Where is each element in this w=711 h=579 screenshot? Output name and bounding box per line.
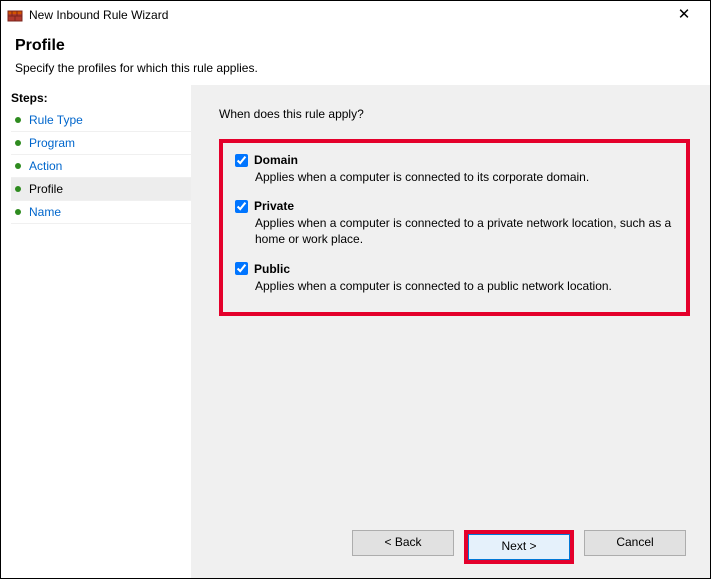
option-desc: Applies when a computer is connected to …: [255, 169, 674, 185]
wizard-window: New Inbound Rule Wizard ✕ Profile Specif…: [0, 0, 711, 579]
wizard-header: Profile Specify the profiles for which t…: [1, 29, 710, 85]
option-public: Public Applies when a computer is connec…: [235, 262, 674, 294]
option-label: Private: [254, 199, 294, 213]
sidebar-item-label: Name: [29, 205, 61, 219]
steps-heading: Steps:: [11, 91, 191, 105]
main-panel: When does this rule apply? Domain Applie…: [191, 85, 710, 578]
step-bullet-icon: [15, 163, 21, 169]
window-title: New Inbound Rule Wizard: [29, 8, 664, 22]
checkbox-domain[interactable]: [235, 154, 248, 167]
sidebar-item-label: Program: [29, 136, 75, 150]
steps-sidebar: Steps: Rule Type Program Action Profile …: [1, 85, 191, 578]
cancel-button[interactable]: Cancel: [584, 530, 686, 556]
option-private: Private Applies when a computer is conne…: [235, 199, 674, 247]
sidebar-item-rule-type[interactable]: Rule Type: [11, 109, 191, 132]
checkbox-private[interactable]: [235, 200, 248, 213]
step-bullet-icon: [15, 186, 21, 192]
option-desc: Applies when a computer is connected to …: [255, 278, 674, 294]
titlebar: New Inbound Rule Wizard ✕: [1, 1, 710, 29]
step-bullet-icon: [15, 140, 21, 146]
sidebar-item-program[interactable]: Program: [11, 132, 191, 155]
firewall-icon: [7, 7, 23, 23]
sidebar-item-label: Action: [29, 159, 62, 173]
close-icon[interactable]: ✕: [664, 1, 704, 29]
option-desc: Applies when a computer is connected to …: [255, 215, 674, 247]
sidebar-item-name[interactable]: Name: [11, 201, 191, 224]
profile-options-highlight: Domain Applies when a computer is connec…: [219, 139, 690, 316]
wizard-footer: < Back Next > Cancel: [219, 518, 690, 578]
back-button[interactable]: < Back: [352, 530, 454, 556]
next-button[interactable]: Next >: [468, 534, 570, 560]
option-domain: Domain Applies when a computer is connec…: [235, 153, 674, 185]
wizard-body: Steps: Rule Type Program Action Profile …: [1, 85, 710, 578]
sidebar-item-action[interactable]: Action: [11, 155, 191, 178]
sidebar-item-label: Profile: [29, 182, 63, 196]
page-title: Profile: [15, 37, 696, 55]
option-label: Domain: [254, 153, 298, 167]
step-bullet-icon: [15, 117, 21, 123]
checkbox-public[interactable]: [235, 262, 248, 275]
profile-question: When does this rule apply?: [219, 107, 690, 121]
step-bullet-icon: [15, 209, 21, 215]
sidebar-item-profile[interactable]: Profile: [11, 178, 191, 201]
next-button-highlight: Next >: [464, 530, 574, 564]
page-subtitle: Specify the profiles for which this rule…: [15, 61, 696, 75]
sidebar-item-label: Rule Type: [29, 113, 83, 127]
option-label: Public: [254, 262, 290, 276]
